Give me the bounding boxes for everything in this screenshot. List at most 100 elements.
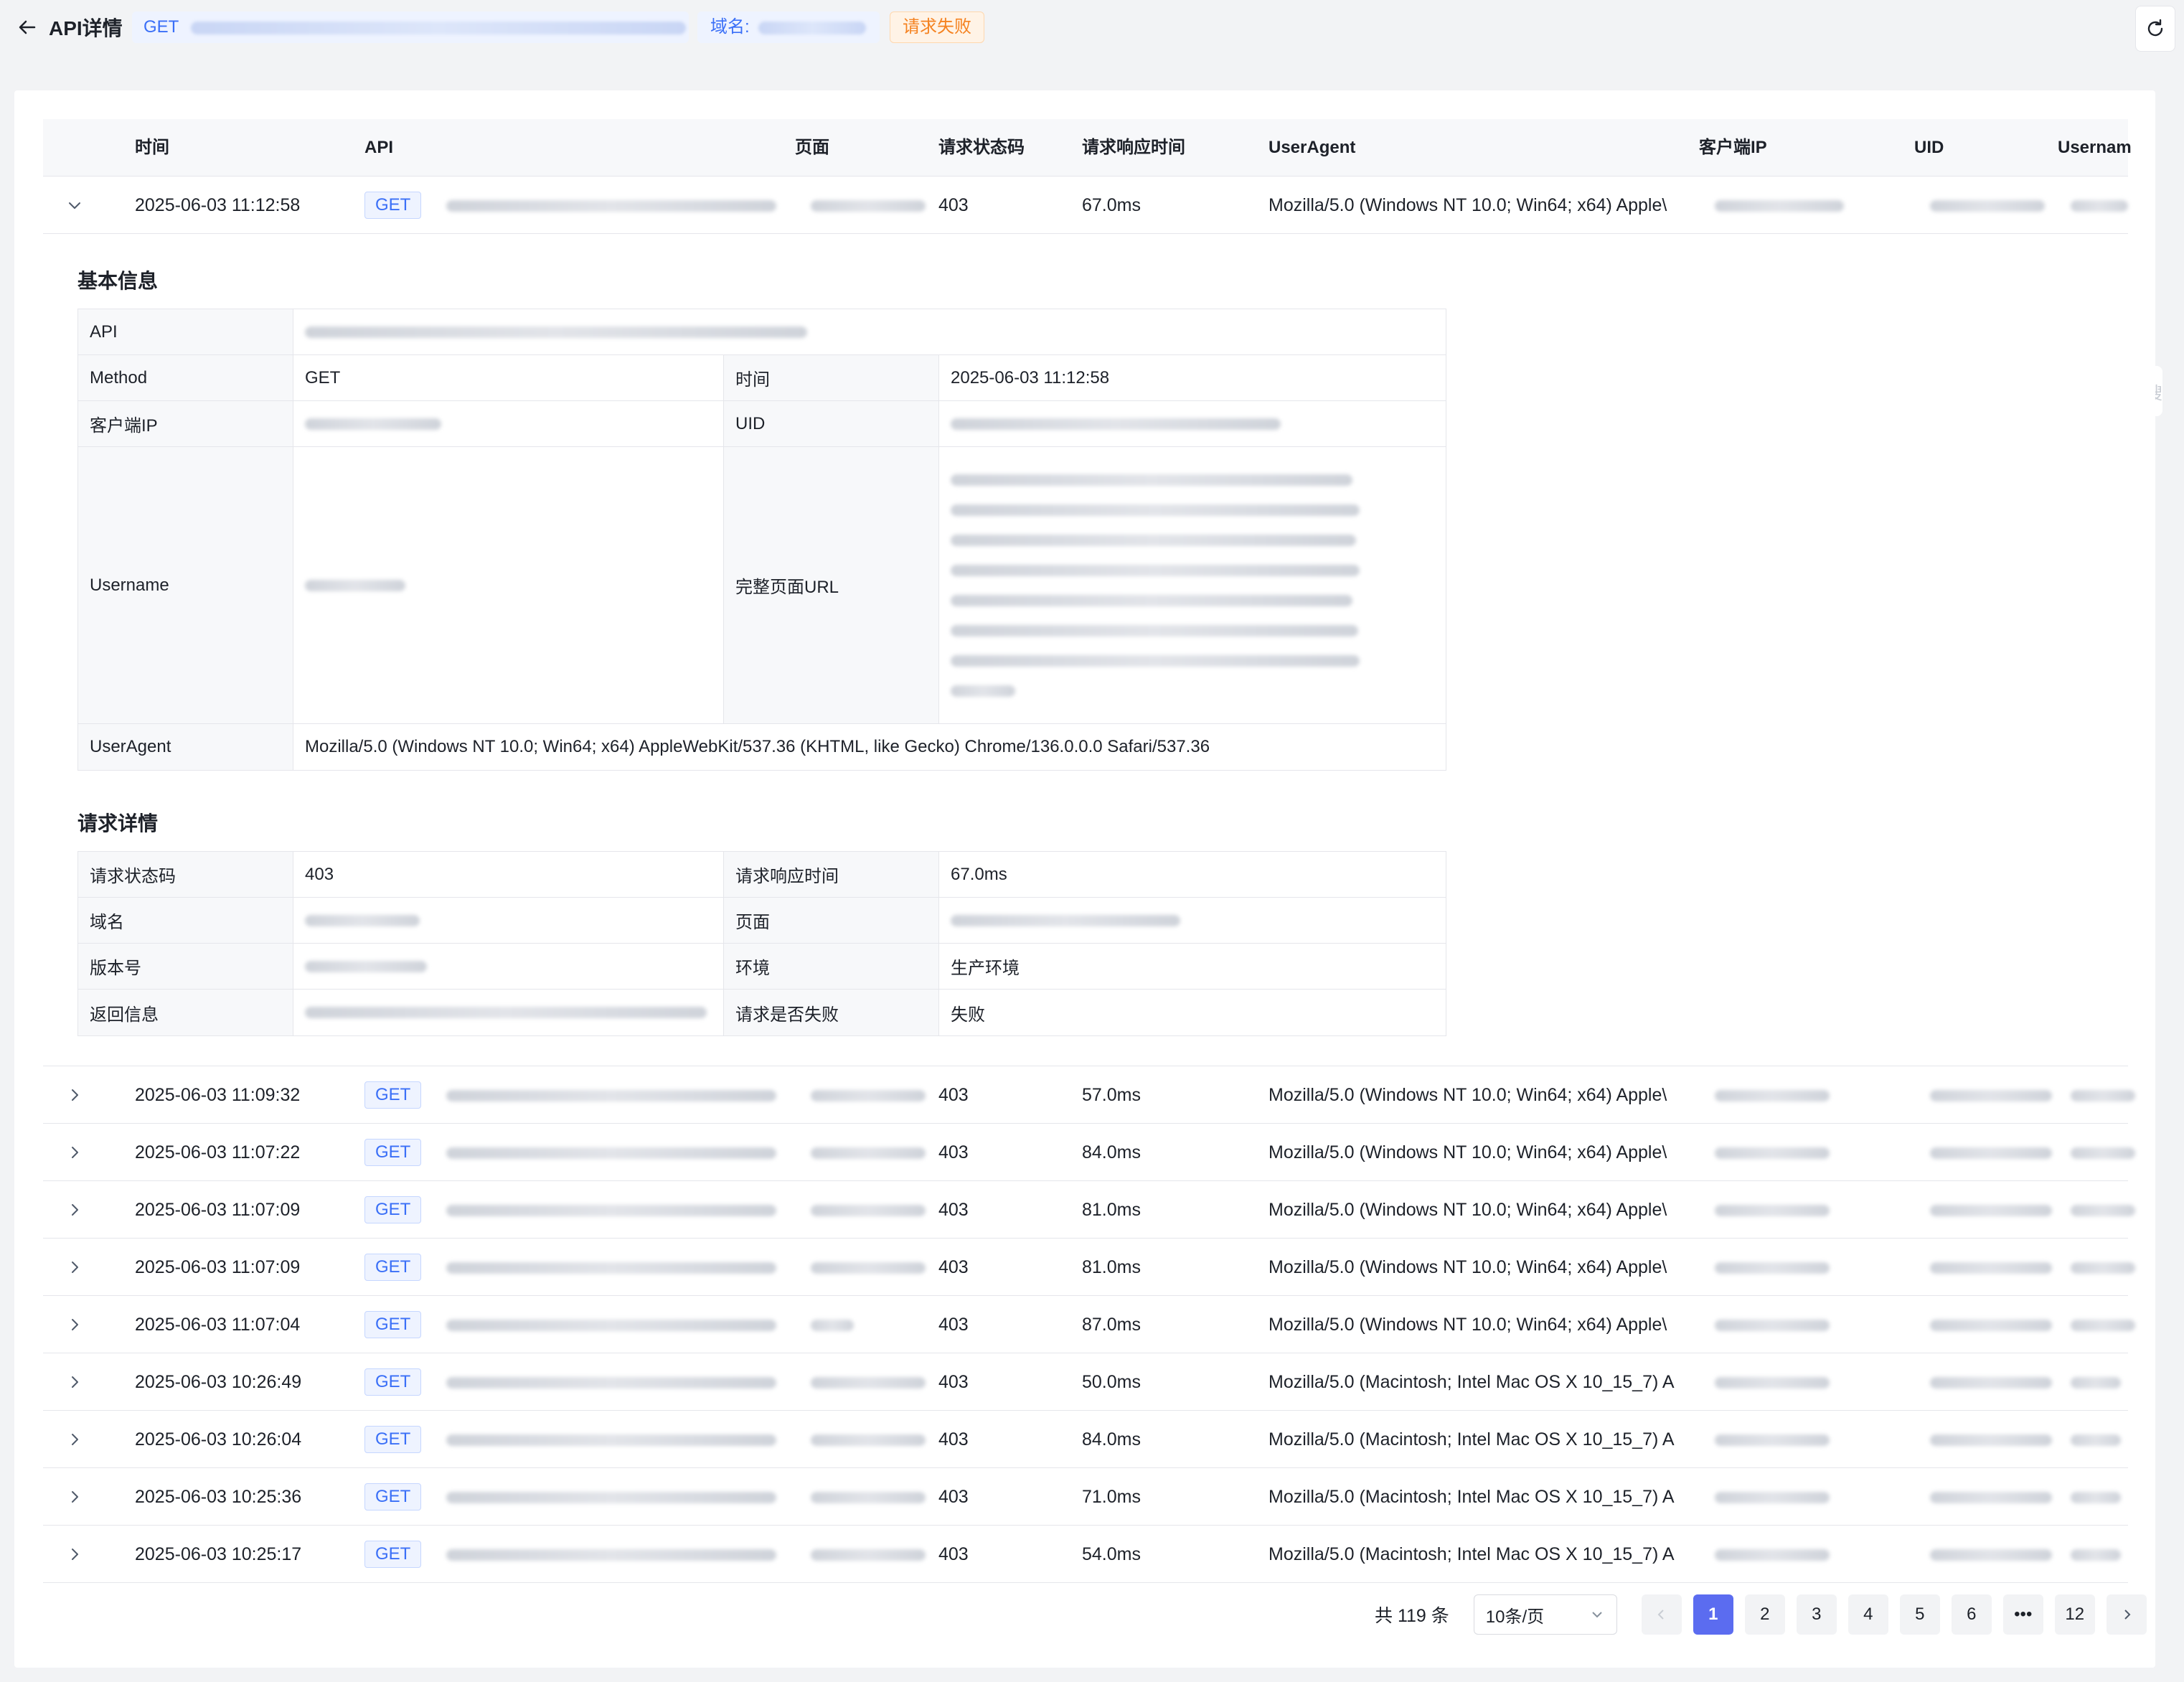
chevron-down-icon[interactable] — [65, 195, 85, 215]
table-row[interactable]: 2025-06-03 10:26:49 GET 403 50.0ms Mozilla/5… — [43, 1353, 2128, 1411]
chevron-down-icon — [1592, 1612, 1602, 1618]
row-useragent: Mozilla/5.0 (Macintosh; Intel Mac OS X 1… — [1268, 1544, 1675, 1564]
chevron-right-icon[interactable] — [65, 1372, 85, 1392]
page-button[interactable]: 5 — [1899, 1594, 1940, 1635]
basic-info-table: API Method GET 时间 2025-06-03 11:12:58 客户… — [77, 309, 1446, 771]
uid-redacted — [1930, 1434, 2052, 1446]
row-useragent: Mozilla/5.0 (Macintosh; Intel Mac OS X 1… — [1268, 1372, 1675, 1392]
column-status[interactable]: 请求状态码 — [938, 119, 1025, 177]
page-button[interactable]: 6 — [1951, 1594, 1992, 1635]
uid-redacted — [1930, 1262, 2052, 1274]
table-row[interactable]: 2025-06-03 10:25:17 GET 403 54.0ms Mozilla/5… — [43, 1526, 2128, 1583]
table-row[interactable]: 2025-06-03 10:25:36 GET 403 71.0ms Mozilla/5… — [43, 1468, 2128, 1526]
table-row-expanded[interactable]: 2025-06-03 11:12:58 GET 403 67.0ms Mozil… — [43, 177, 2128, 234]
api-redacted — [446, 1492, 776, 1503]
api-path-redacted — [190, 21, 686, 34]
version-label: 版本号 — [78, 944, 293, 989]
method-label: Method — [78, 355, 293, 400]
uid-value — [939, 401, 1446, 446]
column-api[interactable]: API — [364, 119, 393, 177]
back-arrow-icon[interactable] — [16, 16, 39, 39]
api-redacted — [446, 200, 776, 212]
row-time: 2025-06-03 11:12:58 — [135, 195, 301, 215]
column-useragent[interactable]: UserAgent — [1268, 119, 1355, 177]
chevron-right-icon[interactable] — [65, 1544, 85, 1564]
username-redacted — [2071, 1377, 2121, 1389]
table-row[interactable]: 2025-06-03 10:26:04 GET 403 84.0ms Mozilla/5… — [43, 1411, 2128, 1468]
useragent-value: Mozilla/5.0 (Windows NT 10.0; Win64; x64… — [305, 737, 1210, 756]
time-value: 2025-06-03 11:12:58 — [951, 367, 1110, 387]
client-ip-value — [293, 401, 724, 446]
row-status: 403 — [938, 1257, 969, 1277]
username-redacted — [2071, 1262, 2135, 1274]
page-title: API详情 — [49, 17, 123, 39]
ip-value-redacted — [305, 418, 441, 430]
method-badge: GET — [364, 1254, 422, 1281]
request-detail-title: 请求详情 — [77, 812, 159, 835]
response-label: 返回信息 — [78, 990, 293, 1035]
row-status: 403 — [938, 1085, 969, 1105]
prev-page-button[interactable] — [1641, 1594, 1682, 1635]
column-client-ip[interactable]: 客户端IP — [1699, 119, 1767, 177]
column-page[interactable]: 页面 — [795, 119, 829, 177]
uid-redacted — [1930, 200, 2045, 212]
page-redacted — [811, 1377, 926, 1389]
detail-row-domain: 域名 页面 — [78, 898, 1446, 944]
chevron-right-icon[interactable] — [65, 1257, 85, 1277]
page-button[interactable]: 1 — [1693, 1594, 1733, 1635]
page-button[interactable]: 4 — [1848, 1594, 1888, 1635]
env-value: 生产环境 — [951, 959, 1020, 978]
page-button[interactable]: 2 — [1744, 1594, 1785, 1635]
column-uid[interactable]: UID — [1914, 119, 1944, 177]
row-status: 403 — [938, 1372, 969, 1392]
chevron-right-icon[interactable] — [65, 1487, 85, 1507]
failed-value: 失败 — [951, 1005, 985, 1025]
username-redacted — [2071, 200, 2128, 212]
table-row[interactable]: 2025-06-03 11:07:04 GET 403 87.0ms Mozilla/5… — [43, 1296, 2135, 1353]
page-ellipsis-button[interactable]: ••• — [2002, 1594, 2043, 1635]
url-line-redacted — [951, 564, 1360, 576]
client-ip-label: 客户端IP — [78, 401, 293, 446]
username-value — [293, 447, 724, 723]
url-line-redacted — [951, 474, 1352, 486]
column-time[interactable]: 时间 — [135, 119, 169, 177]
chevron-right-icon[interactable] — [65, 1315, 85, 1335]
row-time: 2025-06-03 11:09:32 — [135, 1085, 301, 1105]
table-row[interactable]: 2025-06-03 11:07:09 GET 403 81.0ms Mozilla/5… — [43, 1239, 2135, 1296]
ip-redacted — [1715, 1320, 1830, 1331]
next-page-button[interactable] — [2106, 1594, 2147, 1635]
detail-row-method: Method GET 时间 2025-06-03 11:12:58 — [78, 355, 1446, 401]
url-line-redacted — [951, 504, 1360, 516]
page-button[interactable]: 3 — [1796, 1594, 1837, 1635]
page-button[interactable]: 12 — [2054, 1594, 2095, 1635]
chevron-right-icon[interactable] — [65, 1085, 85, 1105]
column-username[interactable]: Usernam — [2058, 119, 2132, 177]
method-badge: GET — [364, 1483, 422, 1510]
page-list: 1 2 3 4 5 6 ••• 12 — [1693, 1594, 2107, 1635]
chevron-right-icon[interactable] — [65, 1429, 85, 1450]
row-latency: 71.0ms — [1082, 1487, 1141, 1507]
chevron-right-icon[interactable] — [65, 1142, 85, 1162]
chevron-right-icon[interactable] — [65, 1200, 85, 1220]
ip-redacted — [1715, 1147, 1830, 1159]
method-badge: GET — [364, 1541, 422, 1568]
table-row[interactable]: 2025-06-03 11:07:22 GET 403 84.0ms Mozilla/5… — [43, 1124, 2135, 1181]
api-redacted — [446, 1320, 776, 1331]
row-useragent: Mozilla/5.0 (Windows NT 10.0; Win64; x64… — [1268, 1200, 1667, 1220]
api-label: API — [78, 309, 293, 354]
page-size-select[interactable]: 10条/页 — [1473, 1594, 1617, 1635]
full-url-label: 完整页面URL — [724, 447, 939, 723]
domain-redacted — [758, 21, 867, 34]
detail-row-username: Username 完整页面URL — [78, 447, 1446, 724]
row-status: 403 — [938, 1544, 969, 1564]
table-row[interactable]: 2025-06-03 11:09:32 GET 403 57.0ms Mozilla/5… — [43, 1066, 2135, 1124]
ip-redacted — [1715, 1262, 1830, 1274]
table-body: 2025-06-03 11:09:32 GET 403 57.0ms Mozilla/5… — [43, 1066, 2135, 1583]
column-latency[interactable]: 请求响应时间 — [1082, 119, 1185, 177]
request-failed-tag: 请求失败 — [890, 11, 984, 43]
row-time: 2025-06-03 11:07:09 — [135, 1257, 301, 1277]
uid-redacted — [1930, 1377, 2052, 1389]
ip-redacted — [1715, 1492, 1830, 1503]
refresh-button[interactable] — [2135, 6, 2175, 52]
table-row[interactable]: 2025-06-03 11:07:09 GET 403 81.0ms Mozilla/5… — [43, 1181, 2135, 1239]
